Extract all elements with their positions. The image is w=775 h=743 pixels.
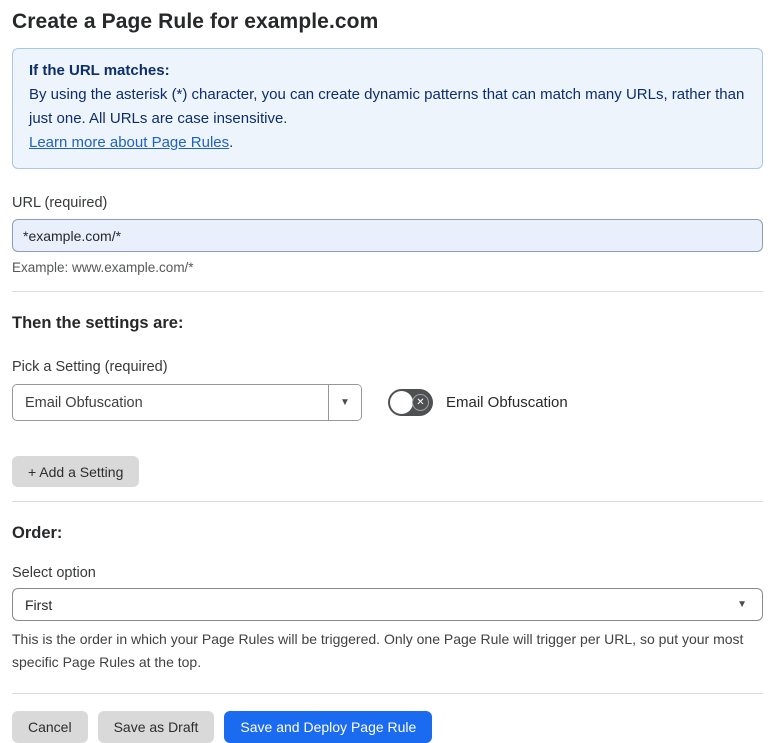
info-box-body: By using the asterisk (*) character, you… (29, 86, 745, 127)
setting-dropdown-value: Email Obfuscation (25, 394, 143, 411)
info-box-link-line: Learn more about Page Rules. (29, 131, 746, 155)
setting-dropdown[interactable]: Email Obfuscation ▼ (12, 384, 362, 421)
footer-actions: Cancel Save as Draft Save and Deploy Pag… (12, 711, 763, 743)
order-help-text: This is the order in which your Page Rul… (12, 631, 744, 670)
page-title: Create a Page Rule for example.com (12, 10, 379, 33)
pick-setting-label: Pick a Setting (required) (12, 359, 168, 375)
link-period: . (229, 134, 234, 151)
settings-section-heading: Then the settings are: (12, 314, 184, 332)
divider (12, 291, 763, 292)
save-and-deploy-button[interactable]: Save and Deploy Page Rule (224, 711, 433, 743)
email-obfuscation-toggle-group: ✕ Email Obfuscation (388, 389, 568, 416)
url-field-label: URL (required) (12, 195, 108, 211)
info-box-heading: If the URL matches: (29, 62, 170, 79)
order-select-label: Select option (12, 565, 96, 581)
divider (12, 501, 763, 502)
toggle-off-x-icon: ✕ (412, 394, 429, 411)
divider (12, 693, 763, 694)
cancel-button[interactable]: Cancel (12, 711, 88, 743)
url-example-text: Example: www.example.com/* (12, 260, 194, 275)
email-obfuscation-toggle[interactable]: ✕ (388, 389, 433, 416)
url-input[interactable] (12, 219, 763, 252)
order-select-value: First (25, 596, 53, 613)
setting-controls-row: Email Obfuscation ▼ ✕ Email Obfuscation (12, 384, 763, 421)
save-as-draft-button[interactable]: Save as Draft (97, 711, 215, 743)
create-page-rule-form: Create a Page Rule for example.com If th… (0, 10, 775, 743)
order-select[interactable]: First ▼ (12, 588, 763, 621)
learn-more-link[interactable]: Learn more about Page Rules (29, 134, 229, 151)
toggle-label: Email Obfuscation (446, 394, 568, 411)
url-match-info-box: If the URL matches: By using the asteris… (12, 48, 763, 169)
add-setting-button[interactable]: + Add a Setting (12, 456, 140, 487)
select-chevron-icon: ▼ (737, 598, 747, 610)
dropdown-arrow-icon[interactable]: ▼ (328, 385, 361, 420)
order-section-heading: Order: (12, 524, 63, 542)
toggle-knob (390, 391, 413, 414)
